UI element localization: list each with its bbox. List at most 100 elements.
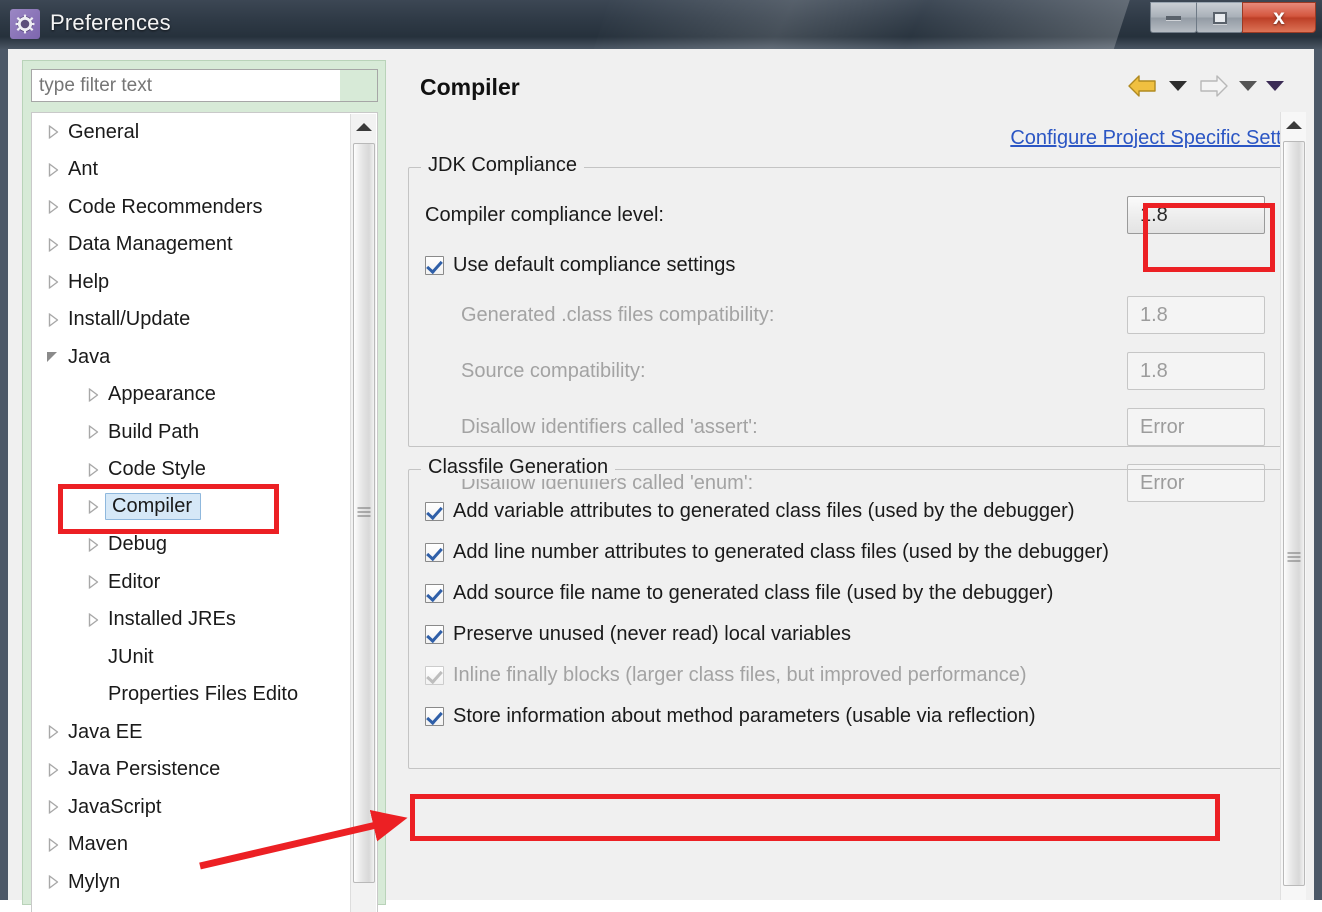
window-controls: x <box>1150 2 1316 33</box>
sidebar-item-label: JUnit <box>108 645 154 668</box>
sidebar-item-properties-files-edito[interactable]: Properties Files Edito <box>32 676 377 714</box>
preferences-sidebar: General Ant Code Recommenders Data Manageme… <box>22 60 386 912</box>
expand-triangle-icon[interactable] <box>46 875 59 889</box>
sidebar-item-general[interactable]: General <box>32 113 377 151</box>
classfile-generation-group: Classfile Generation Add variable attrib… <box>408 456 1284 769</box>
label-add-variable-attributes-to-generated-class-files: Add variable attributes to generated cla… <box>453 499 1075 522</box>
window-title: Preferences <box>50 10 171 35</box>
sidebar-item-compiler[interactable]: Compiler <box>32 488 377 526</box>
forward-arrow-icon[interactable] <box>1196 73 1230 99</box>
sidebar-item-javascript[interactable]: JavaScript <box>32 788 377 826</box>
collapse-triangle-icon[interactable] <box>46 350 59 363</box>
sidebar-item-ant[interactable]: Ant <box>32 151 377 189</box>
sidebar-item-label: Code Style <box>108 458 206 481</box>
sidebar-item-install-update[interactable]: Install/Update <box>32 301 377 339</box>
expand-triangle-icon[interactable] <box>46 125 59 139</box>
compiler-compliance-level-select[interactable]: 1.8 <box>1127 196 1265 234</box>
scroll-up-icon[interactable] <box>351 114 377 139</box>
expand-triangle-icon[interactable] <box>86 538 99 552</box>
expand-triangle-icon[interactable] <box>86 425 99 439</box>
expand-triangle-icon[interactable] <box>46 313 59 327</box>
generated-class-files-compatibility-label-row: Generated .class files compatibility: <box>461 298 774 332</box>
checkbox-add-line-number-attributes-to-generated-class-fi[interactable] <box>425 542 444 562</box>
preferences-tree[interactable]: General Ant Code Recommenders Data Manageme… <box>31 112 378 912</box>
sidebar-item-label: JavaScript <box>68 795 162 818</box>
content-scrollbar[interactable] <box>1280 112 1306 900</box>
compiler-compliance-level-label: Compiler compliance level: <box>425 203 664 226</box>
sidebar-item-debug[interactable]: Debug <box>32 526 377 564</box>
sidebar-item-label: Help <box>68 270 110 293</box>
expand-triangle-icon[interactable] <box>46 238 59 252</box>
option-add-line-number-attributes-to-generated-class-fi[interactable]: Add line number attributes to generated … <box>425 535 1109 569</box>
scrollbar-grip-icon <box>357 507 371 519</box>
expand-triangle-icon[interactable] <box>46 275 59 289</box>
expand-triangle-icon[interactable] <box>86 463 99 477</box>
configure-project-specific-settings-link[interactable]: Configure Project Specific Setti <box>1010 127 1286 150</box>
search-input[interactable] <box>32 74 340 97</box>
source-compatibility-label: Source compatibility: <box>461 359 646 382</box>
tree-scrollbar-thumb[interactable] <box>353 143 375 883</box>
preferences-window: Preferences x General Ant Code Recommender… <box>0 0 1322 912</box>
expand-triangle-icon[interactable] <box>86 500 99 514</box>
expand-triangle-icon[interactable] <box>46 725 59 739</box>
expand-triangle-icon[interactable] <box>86 613 99 627</box>
jdk-compliance-group: JDK Compliance Compiler compliance level… <box>408 154 1284 502</box>
checkbox-add-source-file-name-to-generated-class-file-use[interactable] <box>425 583 444 603</box>
expand-triangle-icon[interactable] <box>46 163 59 177</box>
panel-navigation-toolbar <box>1126 73 1284 99</box>
sidebar-item-code-recommenders[interactable]: Code Recommenders <box>32 188 377 226</box>
tree-scrollbar[interactable] <box>350 114 376 912</box>
disallow-identifiers-called-assert-label: Disallow identifiers called 'assert': <box>461 415 758 438</box>
sidebar-item-java-ee[interactable]: Java EE <box>32 713 377 751</box>
sidebar-item-editor[interactable]: Editor <box>32 563 377 601</box>
back-history-chevron-down-icon[interactable] <box>1169 81 1187 91</box>
expand-triangle-icon[interactable] <box>46 838 59 852</box>
use-default-compliance-checkbox[interactable] <box>425 255 444 275</box>
source-compatibility-label-row: Source compatibility: <box>461 354 646 388</box>
sidebar-item-java[interactable]: Java <box>32 338 377 376</box>
minimize-icon <box>1166 15 1181 20</box>
use-default-compliance-settings-row[interactable]: Use default compliance settings <box>425 248 735 282</box>
disallow-identifiers-called-assert-value: Error <box>1140 415 1185 438</box>
expand-triangle-icon[interactable] <box>46 763 59 777</box>
sidebar-item-junit[interactable]: JUnit <box>32 638 377 676</box>
content-scroll-up-icon[interactable] <box>1281 112 1307 137</box>
sidebar-item-data-management[interactable]: Data Management <box>32 226 377 264</box>
maximize-button[interactable] <box>1196 2 1243 33</box>
filter-box[interactable] <box>31 69 378 102</box>
label-preserve-unused-never-read-local-variables: Preserve unused (never read) local varia… <box>453 622 851 645</box>
minimize-button[interactable] <box>1150 2 1197 33</box>
expand-triangle-icon[interactable] <box>46 800 59 814</box>
sidebar-item-code-style[interactable]: Code Style <box>32 451 377 489</box>
sidebar-item-java-persistence[interactable]: Java Persistence <box>32 751 377 789</box>
expand-triangle-icon[interactable] <box>86 575 99 589</box>
jdk-compliance-legend: JDK Compliance <box>421 154 584 177</box>
sidebar-item-maven[interactable]: Maven <box>32 826 377 864</box>
disallow-identifiers-called-assert-label-row: Disallow identifiers called 'assert': <box>461 410 758 444</box>
sidebar-item-installed-jres[interactable]: Installed JREs <box>32 601 377 639</box>
compiler-compliance-level-label-row: Compiler compliance level: <box>425 198 664 232</box>
expand-triangle-icon[interactable] <box>46 200 59 214</box>
sidebar-item-mylyn[interactable]: Mylyn <box>32 863 377 901</box>
checkbox-add-variable-attributes-to-generated-class-files[interactable] <box>425 501 444 521</box>
gear-icon <box>10 9 40 39</box>
option-preserve-unused-never-read-local-variables[interactable]: Preserve unused (never read) local varia… <box>425 617 851 651</box>
option-inline-finally-blocks-larger-class-files-but-imp: Inline finally blocks (larger class file… <box>425 658 1027 692</box>
option-store-information-about-method-parameters-usable[interactable]: Store information about method parameter… <box>425 699 1036 733</box>
sidebar-item-appearance[interactable]: Appearance <box>32 376 377 414</box>
option-add-source-file-name-to-generated-class-file-use[interactable]: Add source file name to generated class … <box>425 576 1053 610</box>
maximize-icon <box>1212 11 1227 24</box>
content-scrollbar-thumb[interactable] <box>1283 141 1305 886</box>
sidebar-item-build-path[interactable]: Build Path <box>32 413 377 451</box>
checkbox-preserve-unused-never-read-local-variables[interactable] <box>425 624 444 644</box>
option-add-variable-attributes-to-generated-class-files[interactable]: Add variable attributes to generated cla… <box>425 494 1074 528</box>
close-button[interactable]: x <box>1242 2 1316 33</box>
view-menu-chevron-down-icon[interactable] <box>1266 81 1284 91</box>
expand-triangle-icon[interactable] <box>86 388 99 402</box>
back-arrow-icon[interactable] <box>1126 73 1160 99</box>
forward-history-chevron-down-icon[interactable] <box>1239 81 1257 91</box>
clear-filter-button[interactable] <box>340 70 377 101</box>
sidebar-item-help[interactable]: Help <box>32 263 377 301</box>
sidebar-item-label: Editor <box>108 570 161 593</box>
checkbox-store-information-about-method-parameters-usable[interactable] <box>425 706 444 726</box>
